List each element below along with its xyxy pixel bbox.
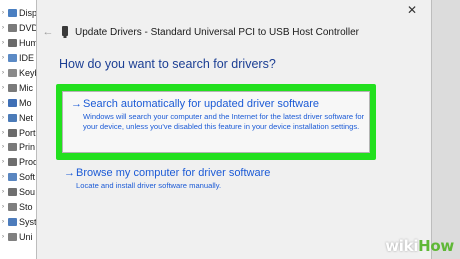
device-tree-item[interactable]: › Prin: [0, 140, 37, 155]
device-tree-label: Mic: [19, 82, 33, 93]
dialog-title: Update Drivers - Standard Universal PCI …: [75, 26, 359, 38]
device-tree-item[interactable]: › Uni: [0, 229, 37, 244]
device-tree-item[interactable]: › Hum: [0, 36, 37, 51]
mice-icon: [8, 83, 17, 92]
device-tree-item[interactable]: › DVD: [0, 21, 37, 36]
browse-computer-label[interactable]: Browse my computer for driver software: [76, 166, 270, 180]
arrow-right-icon: →: [64, 167, 75, 179]
search-automatically-option[interactable]: → Search automatically for updated drive…: [62, 91, 370, 153]
monitor-icon: [8, 98, 17, 107]
device-tree-label: Net: [19, 112, 34, 123]
device-tree-label: Prin: [19, 142, 36, 153]
browse-computer-option[interactable]: → Browse my computer for driver software…: [64, 166, 364, 191]
device-manager-tree: ›Disp›DVD›Hum›IDE›Keyb›Mic›Mo›Net›Port›P…: [0, 0, 38, 259]
device-tree-label: Keyb: [19, 68, 37, 78]
wikihow-watermark: wikiHow: [385, 237, 454, 255]
display-adapter-icon: [8, 9, 17, 18]
device-tree-item[interactable]: › Mo: [0, 95, 37, 110]
arrow-right-icon: →: [71, 98, 82, 110]
back-arrow-icon[interactable]: ←: [41, 25, 55, 39]
watermark-wiki-text: wiki: [385, 237, 419, 255]
device-tree-label: Port: [19, 127, 36, 138]
device-tree-label: DVD: [19, 23, 37, 34]
browse-computer-description: Locate and install driver software manua…: [76, 181, 222, 190]
device-tree-item[interactable]: › Disp: [0, 6, 37, 21]
search-automatically-label[interactable]: Search automatically for updated driver …: [83, 97, 319, 111]
dvd-drive-icon: [8, 24, 17, 33]
system-device-icon: [8, 217, 17, 226]
dialog-titlebar: ← Update Drivers - Standard Universal PC…: [37, 22, 431, 42]
software-device-icon: [8, 173, 17, 182]
device-tree-label: Syst: [19, 216, 37, 227]
close-icon[interactable]: ✕: [407, 4, 417, 16]
network-adapter-icon: [8, 113, 17, 122]
device-tree-item[interactable]: › IDE: [0, 51, 37, 66]
device-tree-label: Prod: [19, 157, 37, 168]
highlight-overlay: → Search automatically for updated drive…: [56, 84, 376, 160]
keyboard-icon: [8, 69, 17, 77]
storage-icon: [8, 203, 17, 212]
device-tree-label: IDE: [19, 53, 35, 64]
device-tree-item[interactable]: › Prod: [0, 155, 37, 170]
device-tree-label: Hum: [19, 38, 37, 49]
device-tree-label: Soft: [19, 172, 36, 183]
usb-device-icon: [62, 26, 68, 38]
device-tree-label: Mo: [19, 97, 32, 108]
usb-controller-icon: [8, 232, 17, 241]
device-tree-item[interactable]: › Syst: [0, 214, 37, 229]
sound-icon: [8, 188, 17, 197]
device-tree-item[interactable]: › Mic: [0, 80, 37, 95]
device-tree-label: Disp: [19, 8, 37, 19]
device-tree-label: Uni: [19, 231, 33, 242]
device-tree-item[interactable]: › Sto: [0, 200, 37, 215]
background-window-edge: [432, 0, 460, 259]
processor-icon: [8, 158, 17, 167]
device-tree-label: Sou: [19, 187, 36, 198]
device-tree-label: Sto: [19, 202, 33, 213]
port-icon: [8, 128, 17, 137]
device-tree-item[interactable]: › Net: [0, 110, 37, 125]
update-drivers-dialog: ✕ ← Update Drivers - Standard Universal …: [36, 0, 432, 259]
printer-icon: [8, 143, 17, 152]
search-question-heading: How do you want to search for drivers?: [59, 57, 276, 71]
search-automatically-description: Windows will search your computer and th…: [83, 112, 365, 131]
device-tree-item[interactable]: ›Keyb: [0, 66, 37, 81]
device-tree-item[interactable]: › Port: [0, 125, 37, 140]
ide-controller-icon: [8, 54, 17, 63]
watermark-how-text: How: [418, 237, 454, 255]
device-tree-item[interactable]: › Soft: [0, 170, 37, 185]
device-tree-item[interactable]: › Sou: [0, 185, 37, 200]
hid-icon: [8, 39, 17, 48]
